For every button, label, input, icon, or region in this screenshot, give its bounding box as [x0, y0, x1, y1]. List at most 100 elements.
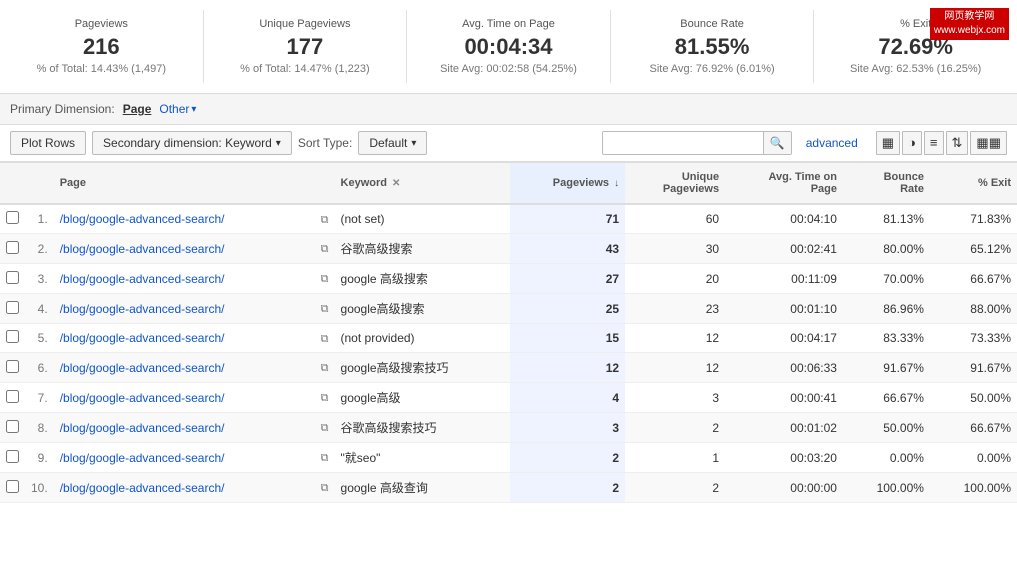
page-link-4[interactable]: /blog/google-advanced-search/	[60, 331, 225, 345]
table-row: 8. /blog/google-advanced-search/ ⧉ 谷歌高级搜…	[0, 413, 1017, 443]
row-exit-4: 73.33%	[930, 324, 1017, 353]
row-unique-pv-6: 3	[625, 383, 725, 413]
row-keyword-7: 谷歌高级搜索技巧	[335, 413, 511, 443]
row-unique-pv-5: 12	[625, 353, 725, 383]
sort-default-button[interactable]: Default ▾	[358, 131, 427, 155]
row-checkbox-1[interactable]	[6, 241, 19, 254]
page-link-7[interactable]: /blog/google-advanced-search/	[60, 421, 225, 435]
row-num-8: 9.	[25, 443, 54, 473]
copy-icon-3[interactable]: ⧉	[321, 303, 329, 315]
row-checkbox-4[interactable]	[6, 330, 19, 343]
copy-icon-6[interactable]: ⧉	[321, 392, 329, 404]
row-avg-time-4: 00:04:17	[725, 324, 843, 353]
th-avg-time: Avg. Time onPage	[725, 163, 843, 205]
row-keyword-9: google 高级查询	[335, 473, 511, 503]
page-link-5[interactable]: /blog/google-advanced-search/	[60, 361, 225, 375]
stat-sub-2: Site Avg: 00:02:58 (54.25%)	[417, 63, 600, 75]
page-link-6[interactable]: /blog/google-advanced-search/	[60, 391, 225, 405]
th-copy	[313, 163, 335, 205]
data-table: Page Keyword ✕ Pageviews ↓ UniquePagevie…	[0, 162, 1017, 503]
advanced-link[interactable]: advanced	[798, 136, 866, 150]
view-icon-grid[interactable]: ▦	[876, 131, 900, 155]
copy-icon-4[interactable]: ⧉	[321, 333, 329, 345]
page-link-0[interactable]: /blog/google-advanced-search/	[60, 212, 225, 226]
page-link-2[interactable]: /blog/google-advanced-search/	[60, 272, 225, 286]
row-checkbox-cell-8	[0, 443, 25, 473]
row-bounce-0: 81.13%	[843, 204, 930, 234]
row-unique-pv-8: 1	[625, 443, 725, 473]
row-checkbox-7[interactable]	[6, 420, 19, 433]
page-link-1[interactable]: /blog/google-advanced-search/	[60, 242, 225, 256]
row-bounce-7: 50.00%	[843, 413, 930, 443]
copy-icon-2[interactable]: ⧉	[321, 273, 329, 285]
stat-label-1: Unique Pageviews	[214, 18, 397, 30]
search-input[interactable]	[603, 132, 763, 154]
page-link-3[interactable]: /blog/google-advanced-search/	[60, 302, 225, 316]
row-checkbox-2[interactable]	[6, 271, 19, 284]
row-copy-9: ⧉	[313, 473, 335, 503]
row-checkbox-6[interactable]	[6, 390, 19, 403]
row-exit-1: 65.12%	[930, 234, 1017, 264]
stat-sub-0: % of Total: 14.43% (1,497)	[10, 63, 193, 75]
keyword-filter-icon[interactable]: ✕	[392, 178, 400, 189]
row-num-5: 6.	[25, 353, 54, 383]
row-checkbox-3[interactable]	[6, 301, 19, 314]
stat-item-1: Unique Pageviews 177 % of Total: 14.47% …	[204, 10, 408, 83]
row-pageviews-6: 4	[510, 383, 625, 413]
search-box: 🔍	[602, 131, 792, 155]
copy-icon-0[interactable]: ⧉	[321, 214, 329, 226]
row-checkbox-8[interactable]	[6, 450, 19, 463]
row-copy-2: ⧉	[313, 264, 335, 294]
row-checkbox-5[interactable]	[6, 360, 19, 373]
row-checkbox-cell-9	[0, 473, 25, 503]
row-unique-pv-7: 2	[625, 413, 725, 443]
stat-value-2: 00:04:34	[417, 34, 600, 60]
page-link-9[interactable]: /blog/google-advanced-search/	[60, 481, 225, 495]
table-header-row: Page Keyword ✕ Pageviews ↓ UniquePagevie…	[0, 163, 1017, 205]
dim-other-dropdown[interactable]: Other ▾	[159, 102, 196, 116]
view-icon-list[interactable]: ≡	[924, 131, 944, 155]
view-icons: ▦ ◑ ≡ ⇅ ▦▦	[876, 131, 1007, 155]
stat-sub-4: Site Avg: 62.53% (16.25%)	[824, 63, 1007, 75]
watermark: 网页教学网 www.webjx.com	[930, 8, 1009, 40]
dim-page-link[interactable]: Page	[123, 102, 152, 116]
stat-label-3: Bounce Rate	[621, 18, 804, 30]
copy-icon-9[interactable]: ⧉	[321, 482, 329, 494]
row-checkbox-cell-0	[0, 204, 25, 234]
secondary-dimension-button[interactable]: Secondary dimension: Keyword ▾	[92, 131, 292, 155]
table-row: 2. /blog/google-advanced-search/ ⧉ 谷歌高级搜…	[0, 234, 1017, 264]
page-link-8[interactable]: /blog/google-advanced-search/	[60, 451, 225, 465]
row-exit-2: 66.67%	[930, 264, 1017, 294]
row-keyword-5: google高级搜索技巧	[335, 353, 511, 383]
primary-dimension-bar: Primary Dimension: Page Other ▾	[0, 94, 1017, 125]
stat-label-0: Pageviews	[10, 18, 193, 30]
row-num-7: 8.	[25, 413, 54, 443]
row-checkbox-0[interactable]	[6, 211, 19, 224]
dim-other-arrow: ▾	[191, 104, 196, 115]
row-bounce-3: 86.96%	[843, 294, 930, 324]
watermark-line2: www.webjx.com	[934, 24, 1005, 38]
row-keyword-6: google高级	[335, 383, 511, 413]
table-row: 7. /blog/google-advanced-search/ ⧉ googl…	[0, 383, 1017, 413]
search-button[interactable]: 🔍	[763, 132, 791, 154]
copy-icon-8[interactable]: ⧉	[321, 452, 329, 464]
row-keyword-1: 谷歌高级搜索	[335, 234, 511, 264]
copy-icon-7[interactable]: ⧉	[321, 422, 329, 434]
th-exit: % Exit	[930, 163, 1017, 205]
th-pageviews[interactable]: Pageviews ↓	[510, 163, 625, 205]
stat-item-2: Avg. Time on Page 00:04:34 Site Avg: 00:…	[407, 10, 611, 83]
copy-icon-1[interactable]: ⧉	[321, 243, 329, 255]
view-icon-compare[interactable]: ⇅	[946, 131, 969, 155]
view-icon-pie[interactable]: ◑	[902, 131, 922, 155]
dim-other-label: Other	[159, 102, 189, 116]
view-icon-pivot[interactable]: ▦▦	[970, 131, 1007, 155]
row-page-2: /blog/google-advanced-search/	[54, 264, 313, 294]
copy-icon-5[interactable]: ⧉	[321, 362, 329, 374]
stat-sub-3: Site Avg: 76.92% (6.01%)	[621, 63, 804, 75]
plot-rows-button[interactable]: Plot Rows	[10, 131, 86, 155]
row-exit-0: 71.83%	[930, 204, 1017, 234]
row-checkbox-9[interactable]	[6, 480, 19, 493]
row-exit-5: 91.67%	[930, 353, 1017, 383]
table-row: 10. /blog/google-advanced-search/ ⧉ goog…	[0, 473, 1017, 503]
row-unique-pv-2: 20	[625, 264, 725, 294]
